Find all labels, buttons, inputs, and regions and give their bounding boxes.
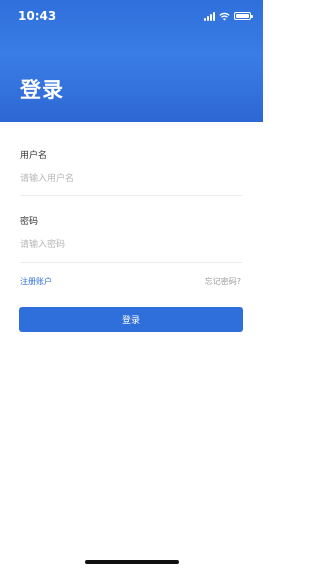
forgot-password-link[interactable]: 忘记密码?	[205, 276, 241, 287]
battery-icon	[234, 12, 253, 20]
username-label: 用户名	[20, 151, 48, 161]
status-bar: 10:43	[0, 0, 263, 32]
password-input[interactable]	[20, 236, 242, 254]
header-banner: 10:43 登录	[0, 0, 263, 122]
wifi-icon	[219, 12, 230, 20]
username-divider	[20, 195, 242, 196]
home-indicator	[85, 560, 179, 564]
status-time: 10:43	[18, 9, 57, 23]
page-title: 登录	[20, 78, 64, 102]
login-button[interactable]: 登录	[19, 307, 243, 332]
password-label: 密码	[20, 217, 39, 227]
password-divider	[20, 262, 242, 263]
register-link[interactable]: 注册账户	[20, 276, 52, 287]
username-input[interactable]	[20, 170, 242, 188]
cellular-signal-icon	[204, 11, 215, 21]
status-icons	[204, 11, 253, 21]
